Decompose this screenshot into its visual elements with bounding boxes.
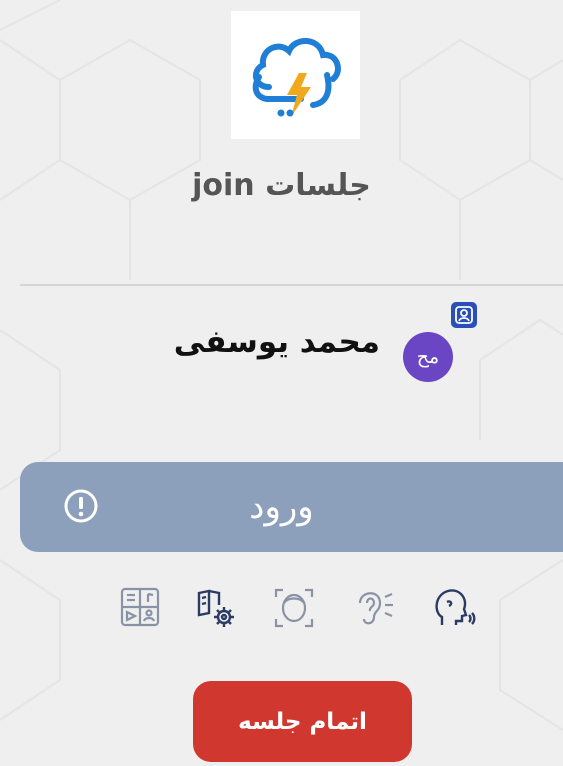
enter-label: ورود: [249, 487, 314, 527]
avatar: مح: [403, 332, 453, 382]
tool-bar: [0, 585, 563, 635]
cloud-lightning-logo-icon: [252, 38, 341, 117]
speech-head-icon[interactable]: [430, 585, 476, 631]
divider: [20, 284, 563, 286]
user-row: محمد یوسفی مح: [0, 316, 563, 386]
book-settings-icon[interactable]: [193, 585, 239, 631]
user-icon: [451, 302, 477, 328]
end-session-button[interactable]: اتمام جلسه: [193, 681, 412, 762]
ear-sound-icon[interactable]: [352, 585, 398, 631]
user-name: محمد یوسفی: [173, 324, 380, 360]
logo: [231, 11, 360, 139]
media-board-icon[interactable]: [118, 585, 164, 631]
page-title: جلسات join: [192, 168, 371, 203]
face-scan-icon[interactable]: [271, 585, 317, 631]
enter-button[interactable]: ورود: [20, 462, 563, 552]
page: جلسات join محمد یوسفی مح ورود اتمام جلسه: [0, 0, 563, 766]
